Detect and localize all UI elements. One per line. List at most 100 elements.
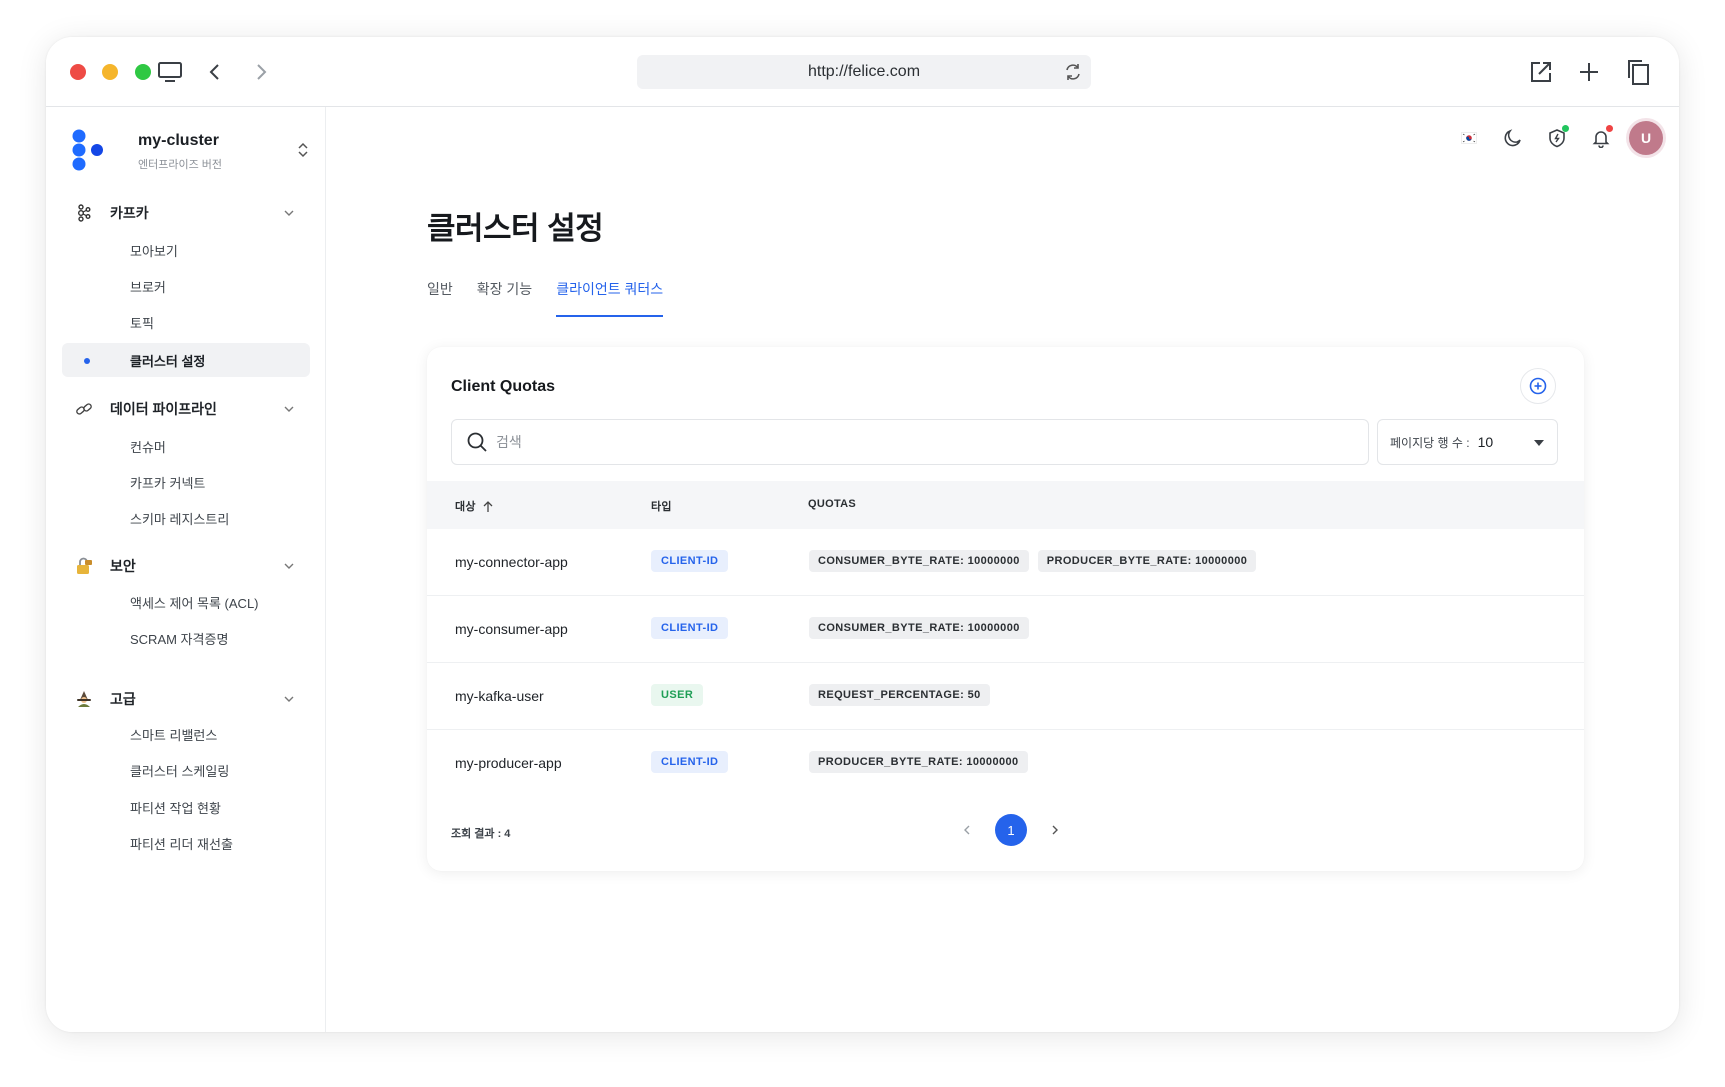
sidebar-item-cluster-scaling[interactable]: 클러스터 스케일링	[62, 753, 310, 787]
sidebar-item-acl[interactable]: 액세스 제어 목록 (ACL)	[62, 585, 310, 619]
tab-client-quotas[interactable]: 클라이언트 쿼터스	[556, 279, 663, 317]
quota-tag: CONSUMER_BYTE_RATE: 10000000	[809, 550, 1029, 572]
sidebar-item-scram[interactable]: SCRAM 자격증명	[62, 621, 310, 655]
table-header: 대상 타입 QUOTAS	[427, 481, 1584, 529]
status-badge	[1562, 125, 1569, 132]
tab-general[interactable]: 일반	[427, 279, 453, 313]
open-external-icon[interactable]	[1524, 55, 1558, 89]
quota-list: REQUEST_PERCENTAGE: 50	[809, 684, 990, 706]
sidebar-item-topics[interactable]: 토픽	[62, 305, 310, 339]
sidebar-item-brokers[interactable]: 브로커	[62, 269, 310, 303]
bell-icon[interactable]	[1585, 122, 1617, 154]
column-quotas[interactable]: QUOTAS	[808, 498, 856, 510]
sidebar-item-label: 파티션 작업 현황	[130, 800, 221, 816]
table-row[interactable]: my-consumer-app CLIENT-ID CONSUMER_BYTE_…	[427, 596, 1584, 663]
table-row[interactable]: my-kafka-user USER REQUEST_PERCENTAGE: 5…	[427, 663, 1584, 730]
sidebar-item-cluster-settings[interactable]: 클러스터 설정	[62, 343, 310, 377]
next-page-button[interactable]	[1045, 820, 1065, 840]
add-quota-button[interactable]	[1520, 368, 1556, 404]
quota-list: CONSUMER_BYTE_RATE: 10000000	[809, 617, 1029, 639]
nav-group-security[interactable]: 보안	[62, 548, 310, 584]
moon-icon[interactable]	[1497, 122, 1529, 154]
sidebar-item-leader-election[interactable]: 파티션 리더 재선출	[62, 826, 310, 860]
copy-icon[interactable]	[1621, 55, 1655, 89]
cluster-edition: 엔터프라이즈 버전	[138, 159, 223, 171]
nav-group-kafka[interactable]: 카프카	[62, 195, 310, 231]
url-text: http://felice.com	[807, 63, 921, 80]
sidebar: my-cluster 엔터프라이즈 버전 카프카 모아보기 브로커 토픽 클러스…	[46, 107, 326, 1032]
card-title: Client Quotas	[451, 378, 556, 395]
search-input[interactable]	[496, 434, 1316, 450]
link-icon	[74, 399, 94, 419]
nav-group-data-pipeline[interactable]: 데이터 파이프라인	[62, 391, 310, 427]
chevron-up-down-icon[interactable]	[296, 141, 310, 159]
column-target[interactable]: 대상	[455, 498, 494, 514]
client-quotas-card: Client Quotas 페이지당 행 수 : 10 대상 타입 QUOTAS	[427, 347, 1584, 871]
reload-icon[interactable]	[1063, 62, 1083, 82]
sidebar-item-label: 액세스 제어 목록 (ACL)	[130, 595, 259, 611]
back-icon[interactable]	[198, 55, 232, 89]
sidebar-item-schema-registry[interactable]: 스키마 레지스트리	[62, 501, 310, 535]
monitor-icon[interactable]	[153, 55, 187, 89]
page-title: 클러스터 설정	[427, 211, 604, 246]
sort-ascending-icon	[483, 500, 493, 512]
sidebar-item-consumers[interactable]: 컨슈머	[62, 429, 310, 463]
rows-per-page-label: 페이지당 행 수 :	[1390, 435, 1470, 450]
shield-icon[interactable]	[1541, 122, 1573, 154]
table-row[interactable]: my-connector-app CLIENT-ID CONSUMER_BYTE…	[427, 529, 1584, 596]
sidebar-item-label: 스마트 리밸런스	[130, 727, 218, 743]
row-target: my-kafka-user	[455, 688, 544, 704]
maximize-window-button[interactable]	[135, 64, 151, 80]
column-label: QUOTAS	[808, 498, 857, 510]
sidebar-item-label: 모아보기	[130, 243, 178, 259]
sidebar-item-overview[interactable]: 모아보기	[62, 233, 310, 267]
new-tab-icon[interactable]	[1572, 55, 1606, 89]
table-row[interactable]: my-producer-app CLIENT-ID PRODUCER_BYTE_…	[427, 730, 1584, 797]
cluster-logo-icon	[72, 129, 103, 171]
type-badge: CLIENT-ID	[651, 751, 729, 773]
column-label: 대상	[455, 501, 476, 513]
nav-group-label: 카프카	[110, 205, 149, 221]
sidebar-item-label: 카프카 커넥트	[130, 475, 206, 491]
minimize-window-button[interactable]	[102, 64, 118, 80]
result-count: 조회 결과 : 4	[451, 828, 511, 840]
column-type[interactable]: 타입	[651, 498, 672, 514]
column-label: 타입	[651, 501, 672, 513]
forward-icon[interactable]	[244, 55, 278, 89]
sidebar-item-label: 스키마 레지스트리	[130, 511, 230, 527]
sidebar-item-label: 클러스터 스케일링	[130, 763, 230, 779]
page-number-button[interactable]: 1	[995, 814, 1027, 846]
sidebar-item-label: 파티션 리더 재선출	[130, 836, 233, 852]
search-box[interactable]	[451, 419, 1369, 465]
caret-down-icon	[1534, 440, 1544, 446]
search-icon	[467, 432, 487, 452]
wizard-icon	[74, 689, 94, 709]
cluster-selector[interactable]: my-cluster 엔터프라이즈 버전	[70, 129, 310, 177]
close-window-button[interactable]	[70, 64, 86, 80]
nav-group-advanced[interactable]: 고급	[62, 681, 310, 717]
chevron-right-icon	[1052, 825, 1058, 835]
rows-per-page-select[interactable]: 페이지당 행 수 : 10	[1377, 419, 1558, 465]
sidebar-item-partition-jobs[interactable]: 파티션 작업 현황	[62, 790, 310, 824]
avatar[interactable]: U	[1629, 121, 1663, 155]
quota-tag: REQUEST_PERCENTAGE: 50	[809, 684, 990, 706]
chevron-down-icon	[284, 696, 294, 702]
rows-per-page-value: 10	[1477, 434, 1494, 450]
row-target: my-consumer-app	[455, 621, 568, 637]
address-bar[interactable]: http://felice.com	[637, 55, 1091, 89]
korea-flag-icon[interactable]	[1453, 122, 1485, 154]
nav-group-label: 데이터 파이프라인	[110, 401, 217, 417]
type-badge: CLIENT-ID	[651, 617, 729, 639]
quota-list: PRODUCER_BYTE_RATE: 10000000	[809, 751, 1028, 773]
settings-tabs: 일반 확장 기능 클라이언트 쿼터스	[427, 279, 687, 319]
quota-tag: CONSUMER_BYTE_RATE: 10000000	[809, 617, 1029, 639]
tab-extensions[interactable]: 확장 기능	[477, 279, 532, 313]
browser-window: http://felice.com my-cluster 엔터프라이즈 버전 카…	[46, 37, 1679, 1032]
lock-icon	[74, 556, 94, 576]
sidebar-item-smart-rebalance[interactable]: 스마트 리밸런스	[62, 717, 310, 751]
quota-list: CONSUMER_BYTE_RATE: 10000000 PRODUCER_BY…	[809, 550, 1257, 572]
sidebar-item-kafka-connect[interactable]: 카프카 커넥트	[62, 465, 310, 499]
prev-page-button[interactable]	[957, 820, 977, 840]
pagination: 1	[957, 814, 1065, 846]
sidebar-item-label: 컨슈머	[130, 439, 166, 455]
